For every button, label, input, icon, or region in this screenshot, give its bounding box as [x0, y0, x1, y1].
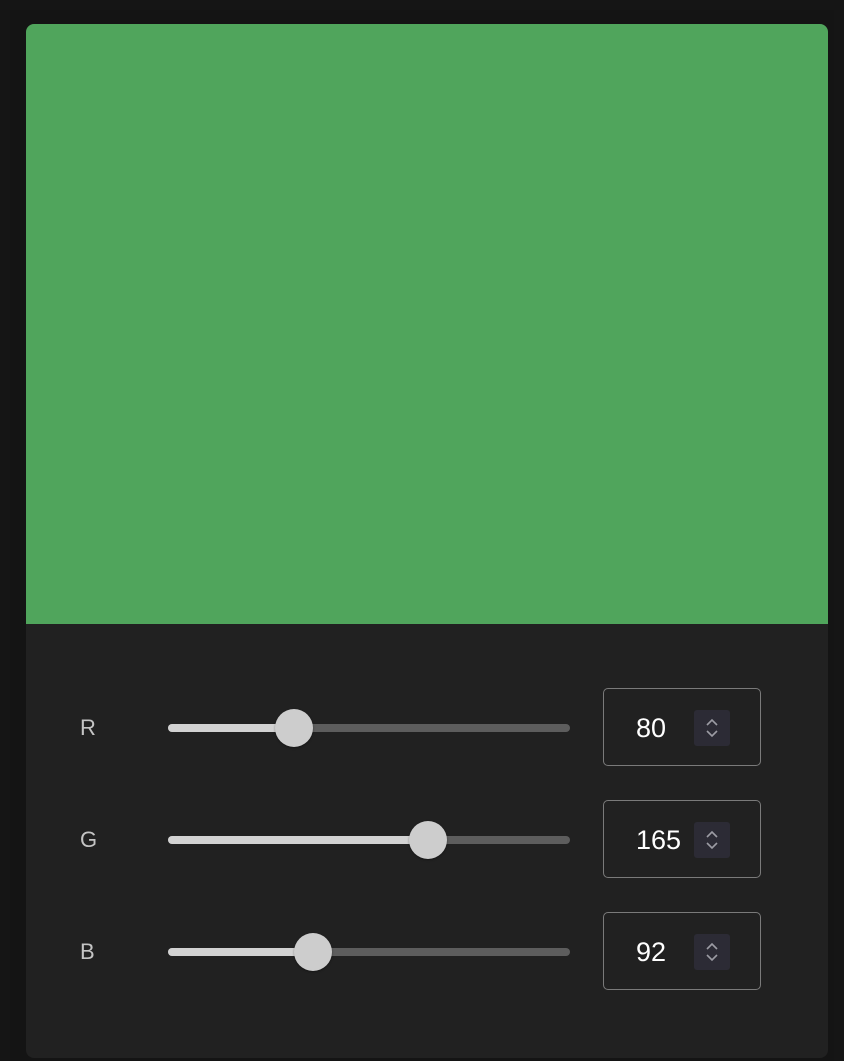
green-slider[interactable]: [166, 820, 572, 860]
green-slider-fill: [168, 836, 429, 844]
blue-slider-thumb[interactable]: [294, 933, 333, 971]
green-number-input[interactable]: 165: [603, 800, 761, 878]
green-value[interactable]: 165: [636, 825, 681, 855]
blue-slider-track[interactable]: [168, 948, 570, 956]
blue-channel-label: B: [80, 939, 95, 964]
color-picker-card: R 80 G 165 B 92: [26, 24, 828, 1058]
green-slider-track[interactable]: [168, 836, 570, 844]
blue-slider[interactable]: [166, 932, 572, 972]
red-slider-track[interactable]: [168, 724, 570, 732]
color-preview: [26, 24, 828, 624]
green-slider-thumb[interactable]: [409, 821, 448, 859]
chevron-up-down-icon[interactable]: [694, 710, 730, 746]
red-number-input[interactable]: 80: [603, 688, 761, 766]
green-channel-label: G: [80, 827, 98, 852]
red-channel-label: R: [80, 715, 96, 740]
green-channel-row: G 165: [26, 800, 828, 880]
color-picker-window: R 80 G 165 B 92: [10, 10, 834, 1061]
red-slider-thumb[interactable]: [275, 709, 314, 747]
red-value[interactable]: 80: [636, 713, 666, 743]
chevron-up-down-icon[interactable]: [694, 934, 730, 970]
red-slider[interactable]: [166, 708, 572, 748]
chevron-up-down-icon[interactable]: [694, 822, 730, 858]
blue-number-input[interactable]: 92: [603, 912, 761, 990]
blue-slider-fill: [168, 948, 314, 956]
blue-value[interactable]: 92: [636, 937, 666, 967]
blue-channel-row: B 92: [26, 912, 828, 992]
red-channel-row: R 80: [26, 688, 828, 768]
